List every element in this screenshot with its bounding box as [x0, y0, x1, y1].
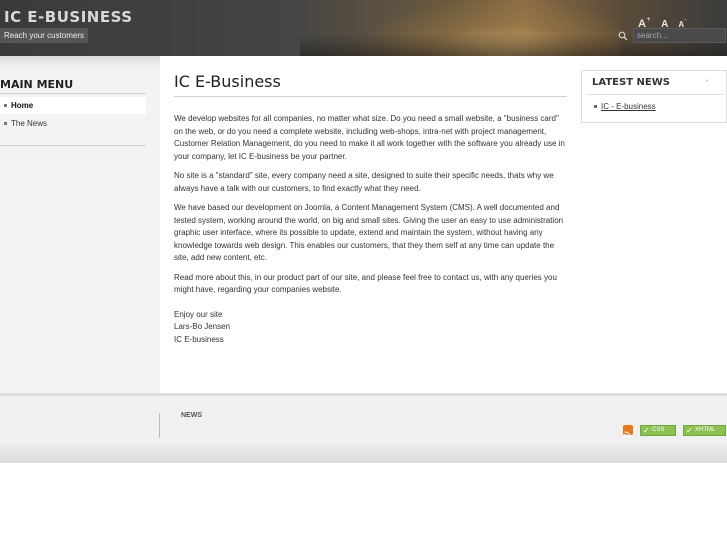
search-input[interactable]	[633, 28, 726, 43]
divider	[159, 413, 160, 438]
valid-css-badge[interactable]: ✓ CSS	[640, 425, 676, 436]
signature-line: Lars-Bo Jensen	[174, 322, 231, 331]
divider	[0, 145, 146, 146]
rss-icon[interactable]	[623, 425, 633, 439]
font-size-tools: A+ A A-	[638, 15, 687, 30]
site-tagline: Reach your customers	[0, 28, 89, 43]
rss-glyph-icon	[624, 431, 632, 439]
main-menu-title: MAIN MENU	[0, 78, 74, 91]
search-icon	[618, 31, 628, 41]
sidebar-item-the-news[interactable]: The News	[0, 115, 146, 132]
signature-line: Enjoy our site	[174, 309, 223, 319]
latest-news-module: LATEST NEWS ˄ IC - E-business	[581, 70, 727, 123]
divider	[586, 94, 724, 95]
badge-label: CSS	[652, 427, 665, 433]
bullet-icon	[4, 104, 7, 108]
article-paragraph: We develop websites for all companies, n…	[174, 114, 565, 161]
divider	[0, 93, 146, 94]
signature-line: IC E-business	[174, 334, 224, 344]
article-paragraph: Read more about this, in our product par…	[174, 272, 557, 295]
site-title[interactable]: IC E-BUSINESS	[4, 8, 133, 26]
article-paragraph: No site is a "standard" site, every comp…	[174, 171, 554, 193]
sidebar: MAIN MENU Home The News	[0, 56, 160, 393]
sidebar-shade	[0, 56, 160, 68]
collapse-icon[interactable]: ˄	[705, 79, 709, 88]
article-body: We develop websites for all companies, n…	[174, 113, 566, 346]
bullet-icon	[594, 105, 597, 109]
main-menu: Home The News	[0, 97, 146, 133]
footer-shade	[0, 444, 727, 463]
sidebar-item-home[interactable]: Home	[0, 97, 146, 114]
latest-news-title: LATEST NEWS	[592, 77, 670, 88]
valid-xhtml-badge[interactable]: ✓ XHTML	[683, 425, 726, 436]
divider	[174, 96, 567, 97]
badge-label: XHTML	[695, 427, 716, 433]
check-icon: ✓	[643, 426, 650, 435]
site-header: IC E-BUSINESS Reach your customers A+ A …	[0, 0, 727, 56]
news-link[interactable]: IC - E-business	[601, 102, 656, 111]
article-signature: Enjoy our site Lars-Bo Jensen IC E-busin…	[174, 309, 566, 347]
bullet-icon	[4, 122, 7, 126]
footer-news-label: NEWS	[181, 412, 202, 419]
article-paragraph: We have based our development on Joomla,…	[174, 203, 564, 262]
sidebar-item-label: Home	[11, 101, 34, 110]
check-icon: ✓	[686, 426, 693, 435]
sidebar-item-label: The News	[11, 119, 48, 128]
main-content: IC E-Business We develop websites for al…	[160, 56, 580, 393]
site-footer: NEWS ✓ CSS ✓ XHTML	[0, 393, 727, 463]
list-item: IC - E-business	[594, 102, 656, 111]
page-title: IC E-Business	[174, 72, 281, 91]
